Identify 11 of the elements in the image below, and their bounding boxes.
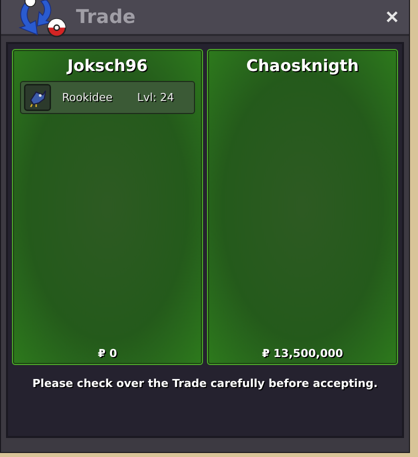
window-title: Trade [76,6,136,28]
player-name: Joksch96 [67,56,148,75]
pokemon-name: Rookidee [62,91,113,104]
bird-icon [23,84,52,111]
pokemon-slot[interactable]: Rookidee Lvl: 24 [20,81,195,114]
pokemon-level: Lvl: 24 [137,91,174,104]
money-amount: ₽ 13,500,000 [262,347,344,360]
close-button[interactable]: ✕ [381,6,403,28]
warning-message: Please check over the Trade carefully before accepting. [31,377,379,390]
money-amount: ₽ 0 [98,347,118,360]
player-name: Chaosknigth [246,56,359,75]
